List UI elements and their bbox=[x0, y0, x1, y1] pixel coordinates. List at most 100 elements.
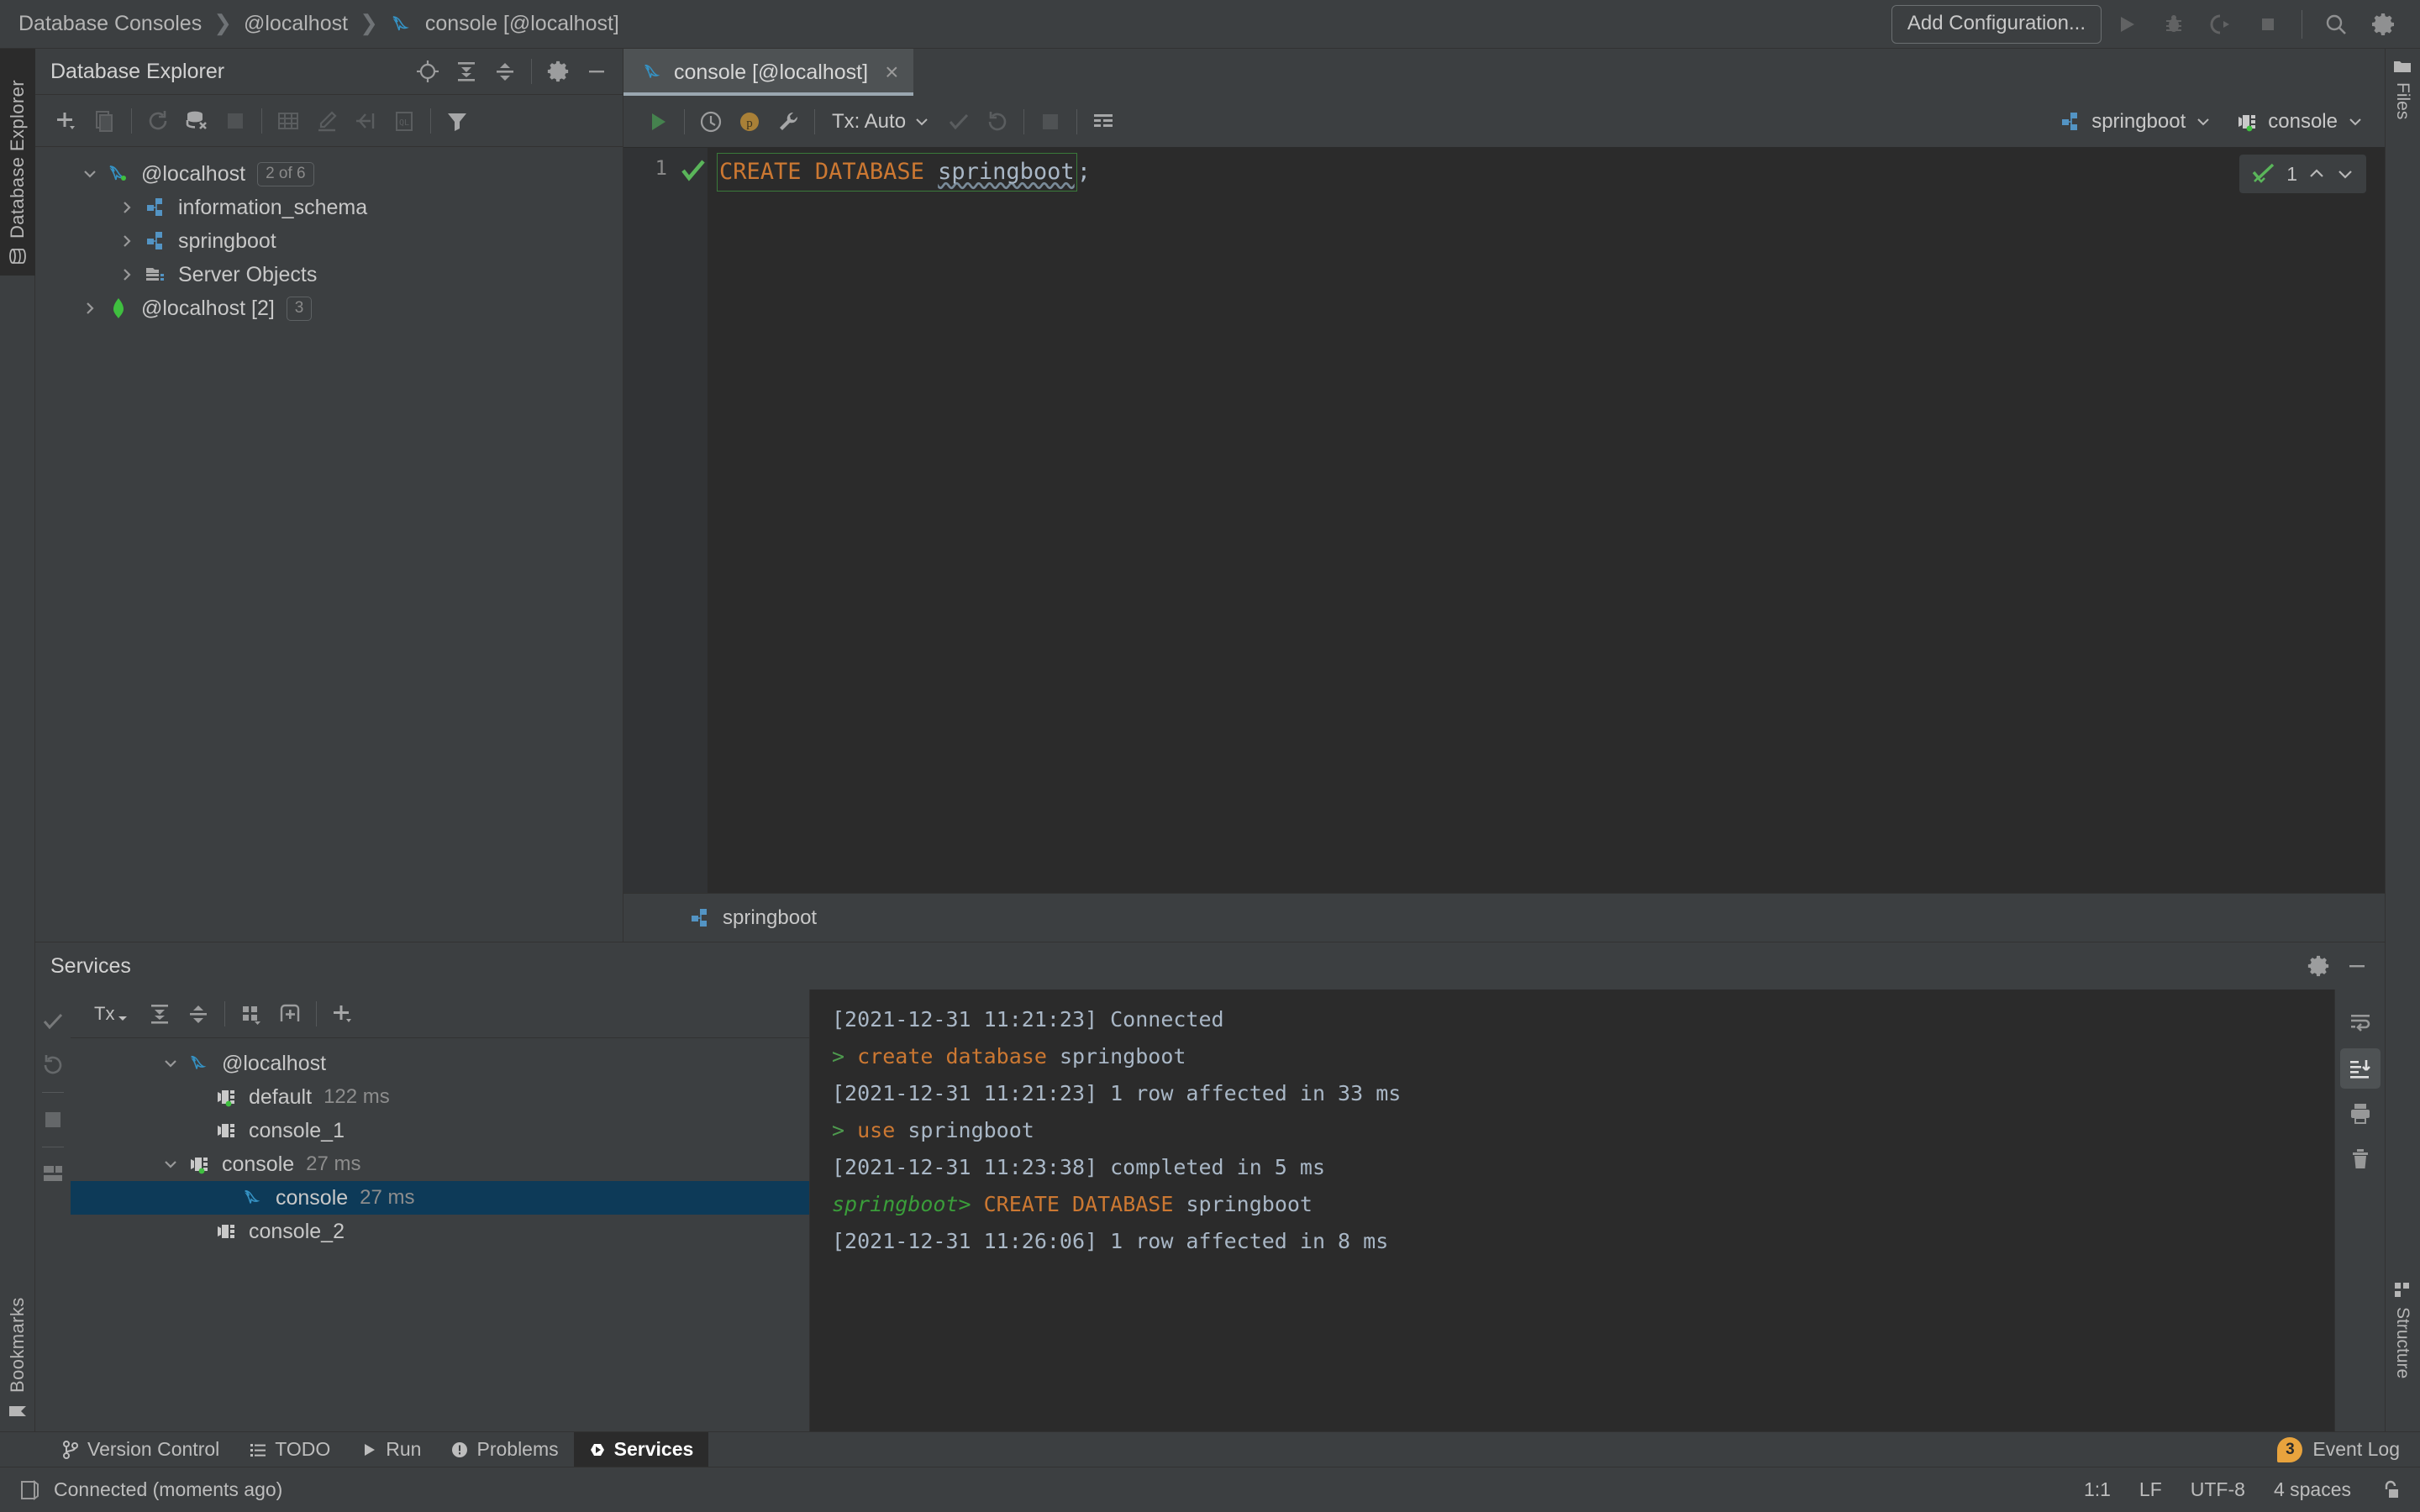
console-selector[interactable]: console bbox=[2226, 105, 2373, 139]
table-output-icon[interactable] bbox=[1084, 102, 1123, 141]
layout-icon[interactable] bbox=[36, 1152, 70, 1196]
bottom-tab-services[interactable]: Services bbox=[574, 1432, 709, 1467]
sql-statement-highlight: CREATE DATABASE springboot bbox=[717, 153, 1077, 192]
services-tx-selector[interactable]: Tx bbox=[82, 1003, 140, 1025]
services-output-console[interactable]: [2021-12-31 11:21:23] Connected > create… bbox=[810, 990, 2334, 1431]
bottom-tab-run[interactable]: Run bbox=[345, 1432, 436, 1467]
locate-icon[interactable] bbox=[408, 52, 447, 91]
breadcrumb-item-1[interactable]: @localhost bbox=[244, 12, 348, 36]
code-content[interactable]: CREATE DATABASE springboot; 1 bbox=[708, 148, 2385, 893]
expand-all-icon[interactable] bbox=[140, 995, 179, 1033]
modify-icon[interactable] bbox=[308, 102, 346, 140]
chevron-down-icon[interactable] bbox=[79, 163, 101, 185]
rail-tab-files[interactable]: Files bbox=[2385, 49, 2420, 166]
chevron-right-icon[interactable] bbox=[116, 197, 138, 218]
run-icon[interactable] bbox=[2105, 3, 2149, 46]
collapse-all-icon[interactable] bbox=[179, 995, 218, 1033]
code-line-1[interactable]: CREATE DATABASE springboot; bbox=[708, 153, 2385, 192]
expand-all-icon[interactable] bbox=[447, 52, 486, 91]
collapse-all-icon[interactable] bbox=[486, 52, 524, 91]
services-item-default[interactable]: default 122 ms bbox=[71, 1080, 809, 1114]
services-item-console-1[interactable]: console_1 bbox=[71, 1114, 809, 1147]
indent-setting[interactable]: 4 spaces bbox=[2274, 1478, 2351, 1501]
chevron-right-icon[interactable] bbox=[116, 264, 138, 286]
tree-item-localhost-2[interactable]: @localhost [2] 3 bbox=[35, 291, 623, 325]
trash-icon[interactable] bbox=[2340, 1139, 2381, 1179]
chevron-right-icon[interactable] bbox=[116, 230, 138, 252]
chevron-up-icon[interactable] bbox=[2307, 165, 2326, 183]
tx-mode-selector[interactable]: Tx: Auto bbox=[822, 110, 939, 134]
tree-item-springboot[interactable]: springboot bbox=[35, 224, 623, 258]
caret-position[interactable]: 1:1 bbox=[2084, 1478, 2111, 1501]
group-by-icon[interactable] bbox=[232, 995, 271, 1033]
schema-selector[interactable]: springboot bbox=[2049, 105, 2221, 139]
add-icon[interactable] bbox=[47, 102, 86, 140]
tree-item-information-schema[interactable]: information_schema bbox=[35, 191, 623, 224]
print-icon[interactable] bbox=[2340, 1094, 2381, 1134]
stop-icon[interactable] bbox=[216, 102, 255, 140]
chevron-right-icon[interactable] bbox=[79, 297, 101, 319]
unlocked-icon[interactable] bbox=[2380, 1479, 2402, 1501]
database-tools-icon[interactable] bbox=[177, 102, 216, 140]
event-log-label[interactable]: Event Log bbox=[2312, 1438, 2400, 1461]
minimize-icon[interactable] bbox=[2338, 947, 2376, 985]
bottom-tab-problems[interactable]: Problems bbox=[436, 1432, 573, 1467]
rail-tab-structure[interactable]: Structure bbox=[2385, 1272, 2420, 1431]
query-console-icon[interactable]: QL bbox=[385, 102, 424, 140]
services-item-localhost[interactable]: @localhost bbox=[71, 1047, 809, 1080]
services-item-console-2[interactable]: console_2 bbox=[71, 1215, 809, 1248]
services-tree[interactable]: @localhost default 122 ms bbox=[71, 1038, 809, 1431]
search-icon[interactable] bbox=[2314, 3, 2358, 46]
stop-icon[interactable] bbox=[2246, 3, 2290, 46]
commit-check-icon[interactable] bbox=[939, 102, 978, 141]
rail-tab-database-explorer[interactable]: Database Explorer bbox=[0, 49, 35, 276]
code-editor[interactable]: 1 CREATE DATABASE springboot; 1 bbox=[623, 148, 2385, 893]
close-icon[interactable]: × bbox=[885, 60, 898, 84]
minimize-icon[interactable] bbox=[577, 52, 616, 91]
commit-check-icon[interactable] bbox=[36, 1000, 70, 1043]
stop-icon[interactable] bbox=[36, 1098, 70, 1142]
scroll-to-end-icon[interactable] bbox=[2340, 1048, 2381, 1089]
history-icon[interactable] bbox=[692, 102, 730, 141]
services-item-console[interactable]: console 27 ms bbox=[71, 1147, 809, 1181]
database-tree[interactable]: @localhost 2 of 6 information_schema bbox=[35, 147, 623, 942]
copy-icon[interactable] bbox=[86, 102, 124, 140]
add-configuration-button[interactable]: Add Configuration... bbox=[1891, 5, 2102, 44]
run-with-coverage-icon[interactable] bbox=[2199, 3, 2243, 46]
tree-item-server-objects[interactable]: Server Objects bbox=[35, 258, 623, 291]
profile-p-icon[interactable]: p bbox=[730, 102, 769, 141]
wrench-icon[interactable] bbox=[769, 102, 808, 141]
new-tab-icon[interactable] bbox=[271, 995, 309, 1033]
inspections-widget[interactable]: 1 bbox=[2239, 155, 2366, 193]
table-icon[interactable] bbox=[269, 102, 308, 140]
add-icon[interactable] bbox=[324, 995, 362, 1033]
breadcrumb-item-0[interactable]: Database Consoles bbox=[18, 12, 202, 36]
refresh-icon[interactable] bbox=[139, 102, 177, 140]
stop-icon[interactable] bbox=[1031, 102, 1070, 141]
bottom-tab-version-control[interactable]: Version Control bbox=[47, 1432, 234, 1467]
file-encoding[interactable]: UTF-8 bbox=[2191, 1478, 2245, 1501]
run-icon[interactable] bbox=[639, 102, 677, 141]
rollback-icon[interactable] bbox=[978, 102, 1017, 141]
gear-icon[interactable] bbox=[539, 52, 577, 91]
gear-icon[interactable] bbox=[2299, 947, 2338, 985]
filter-icon[interactable] bbox=[438, 102, 476, 140]
run-statement-icon[interactable] bbox=[679, 156, 708, 185]
settings-icon[interactable] bbox=[2361, 3, 2405, 46]
document-icon[interactable] bbox=[18, 1479, 40, 1501]
tree-item-localhost[interactable]: @localhost 2 of 6 bbox=[35, 157, 623, 191]
chevron-down-icon[interactable] bbox=[160, 1053, 182, 1074]
soft-wrap-icon[interactable] bbox=[2340, 1003, 2381, 1043]
rollback-icon[interactable] bbox=[36, 1043, 70, 1087]
rail-tab-bookmarks[interactable]: Bookmarks bbox=[0, 1230, 35, 1431]
services-item-console-session[interactable]: console 27 ms bbox=[71, 1181, 809, 1215]
bottom-tab-todo[interactable]: TODO bbox=[234, 1432, 345, 1467]
line-separator[interactable]: LF bbox=[2139, 1478, 2162, 1501]
chevron-down-icon[interactable] bbox=[2336, 165, 2354, 183]
chevron-down-icon[interactable] bbox=[160, 1153, 182, 1175]
editor-gutter[interactable]: 1 bbox=[623, 148, 708, 893]
breadcrumb-item-2[interactable]: console [@localhost] bbox=[390, 12, 619, 36]
debug-icon[interactable] bbox=[2152, 3, 2196, 46]
editor-tab-console[interactable]: console [@localhost] × bbox=[623, 49, 913, 96]
jump-to-icon[interactable] bbox=[346, 102, 385, 140]
